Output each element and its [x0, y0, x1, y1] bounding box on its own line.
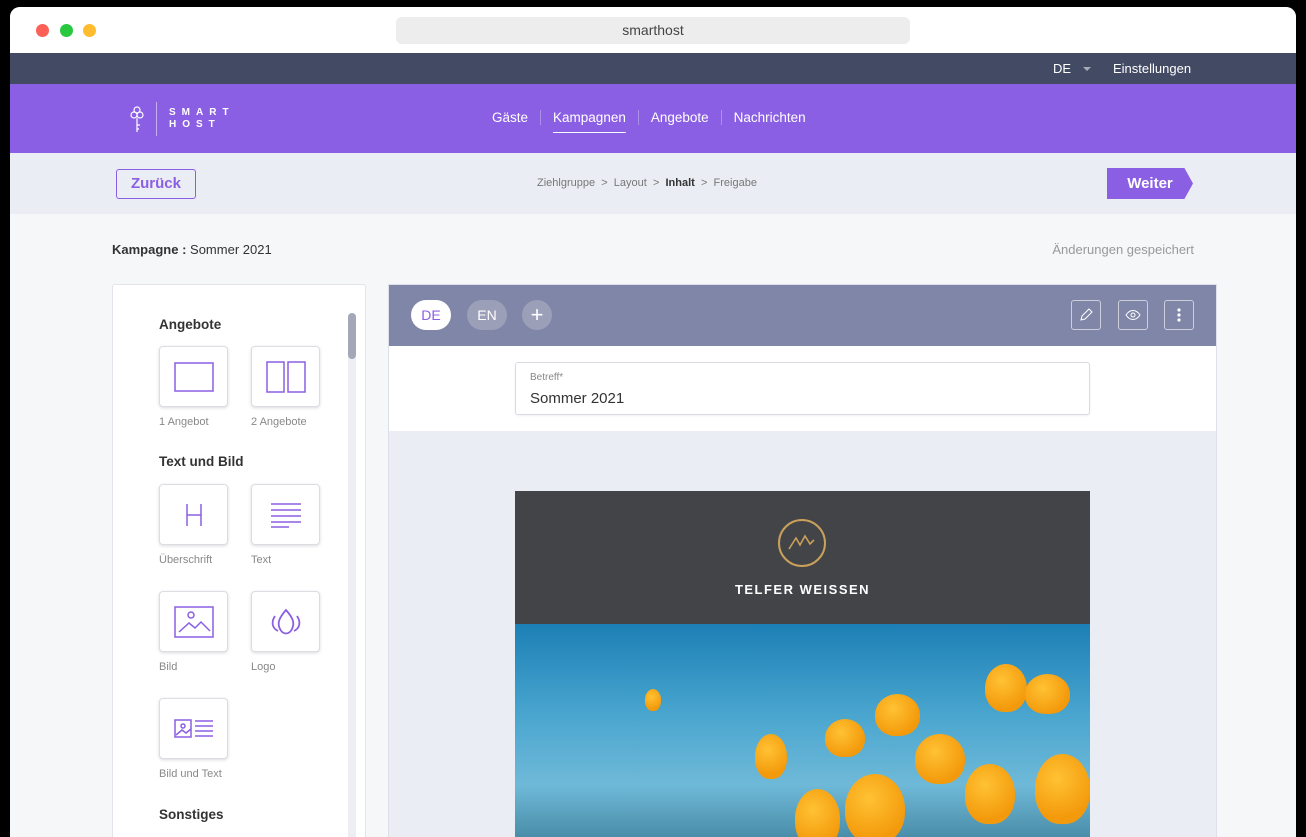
text-lines-icon — [270, 502, 301, 528]
top-bar: DE Einstellungen — [10, 53, 1296, 84]
hotel-logo-icon — [778, 519, 826, 567]
browser-titlebar: smarthost — [10, 7, 1296, 53]
step-bar: Zurück Ziehlgruppe > Layout > Inhalt > F… — [10, 153, 1296, 214]
block-label: Bild und Text — [159, 768, 222, 780]
logo-line2: HOST — [169, 119, 221, 130]
single-box-icon — [173, 361, 214, 392]
block-label: 1 Angebot — [159, 416, 209, 428]
close-window-button[interactable] — [36, 24, 49, 37]
maximize-window-button[interactable] — [60, 24, 73, 37]
block-label: Text — [251, 554, 272, 566]
breadcrumb-separator: > — [652, 177, 660, 189]
subject-value[interactable]: Sommer 2021 — [530, 390, 624, 407]
step-ziehlgruppe[interactable]: Ziehlgruppe — [537, 177, 595, 189]
block-bild-und-text[interactable] — [159, 698, 228, 759]
add-language-button[interactable]: + — [522, 300, 552, 330]
settings-link[interactable]: Einstellungen — [1113, 61, 1191, 76]
language-select[interactable]: DE — [1053, 61, 1071, 76]
scrollbar-thumb[interactable] — [348, 313, 356, 359]
preview-button[interactable] — [1118, 300, 1148, 330]
more-vertical-icon — [1177, 308, 1181, 322]
subject-label: Betreff* — [530, 372, 564, 383]
block-ueberschrift[interactable] — [159, 484, 228, 545]
section-title: Angebote — [159, 317, 222, 332]
pencil-icon — [1080, 308, 1093, 321]
next-button[interactable]: Weiter — [1107, 168, 1193, 199]
key-icon — [130, 106, 144, 132]
block-2-angebote[interactable] — [251, 346, 320, 407]
breadcrumb-separator: > — [700, 177, 708, 189]
address-bar[interactable]: smarthost — [396, 17, 910, 44]
breadcrumb-separator: > — [601, 177, 608, 189]
campaign-name: Sommer 2021 — [190, 242, 272, 257]
main-nav: SMART HOST Gäste Kampagnen Angebote Nachr… — [10, 84, 1296, 153]
nav-item-nachrichten[interactable]: Nachrichten — [720, 110, 818, 125]
smarthost-logo[interactable]: SMART HOST — [130, 102, 235, 136]
edit-button[interactable] — [1071, 300, 1101, 330]
heading-icon — [185, 503, 202, 526]
block-text[interactable] — [251, 484, 320, 545]
breadcrumb: Ziehlgruppe > Layout > Inhalt > Freigabe — [537, 177, 757, 189]
campaign-label: Kampagne : — [112, 242, 187, 257]
more-options-button[interactable] — [1164, 300, 1194, 330]
campaign-title: Kampagne : Sommer 2021 — [112, 242, 272, 257]
image-text-icon — [173, 718, 213, 738]
block-label: Überschrift — [159, 554, 213, 566]
double-box-icon — [265, 360, 306, 393]
block-label: Bild — [159, 661, 178, 673]
lotus-icon — [271, 608, 300, 634]
scrollbar[interactable] — [348, 313, 356, 837]
language-tab-de[interactable]: DE — [411, 300, 451, 330]
nav-item-kampagnen[interactable]: Kampagnen — [540, 110, 638, 125]
browser-window: smarthost DE Einstellungen SMART HOST Gäs… — [10, 7, 1296, 837]
minimize-window-button[interactable] — [83, 24, 96, 37]
subject-section: Betreff* Sommer 2021 — [389, 346, 1216, 431]
step-freigabe[interactable]: Freigabe — [714, 177, 757, 189]
subject-input[interactable]: Betreff* Sommer 2021 — [515, 362, 1090, 415]
nav-menu: Gäste Kampagnen Angebote Nachrichten — [480, 110, 818, 125]
nav-item-gaeste[interactable]: Gäste — [480, 110, 540, 125]
block-bild[interactable] — [159, 591, 228, 652]
block-palette: Angebote 1 Angebot 2 Angebote Text und B… — [112, 284, 366, 837]
step-layout[interactable]: Layout — [614, 177, 647, 189]
content-editor: DE EN + Betreff* Sommer 2021 TELFER WEIS… — [388, 284, 1217, 837]
email-header: TELFER WEISSEN — [515, 491, 1090, 624]
save-status: Änderungen gespeichert — [1052, 242, 1194, 257]
block-1-angebot[interactable] — [159, 346, 228, 407]
nav-item-angebote[interactable]: Angebote — [637, 110, 721, 125]
section-title: Text und Bild — [159, 454, 244, 469]
block-label: Logo — [251, 661, 276, 673]
hero-image — [515, 624, 1090, 837]
eye-icon — [1125, 310, 1141, 320]
language-tab-en[interactable]: EN — [467, 300, 507, 330]
logo-line1: SMART — [169, 107, 235, 118]
chevron-down-icon[interactable] — [1083, 67, 1091, 71]
block-logo[interactable] — [251, 591, 320, 652]
email-preview[interactable]: TELFER WEISSEN — [515, 491, 1090, 837]
hotel-name: TELFER WEISSEN — [734, 582, 871, 597]
back-button[interactable]: Zurück — [116, 169, 196, 199]
section-title: Sonstiges — [159, 807, 224, 822]
step-inhalt[interactable]: Inhalt — [666, 177, 695, 189]
image-icon — [173, 605, 214, 638]
editor-toolbar: DE EN + — [389, 285, 1216, 346]
block-label: 2 Angebote — [251, 416, 307, 428]
